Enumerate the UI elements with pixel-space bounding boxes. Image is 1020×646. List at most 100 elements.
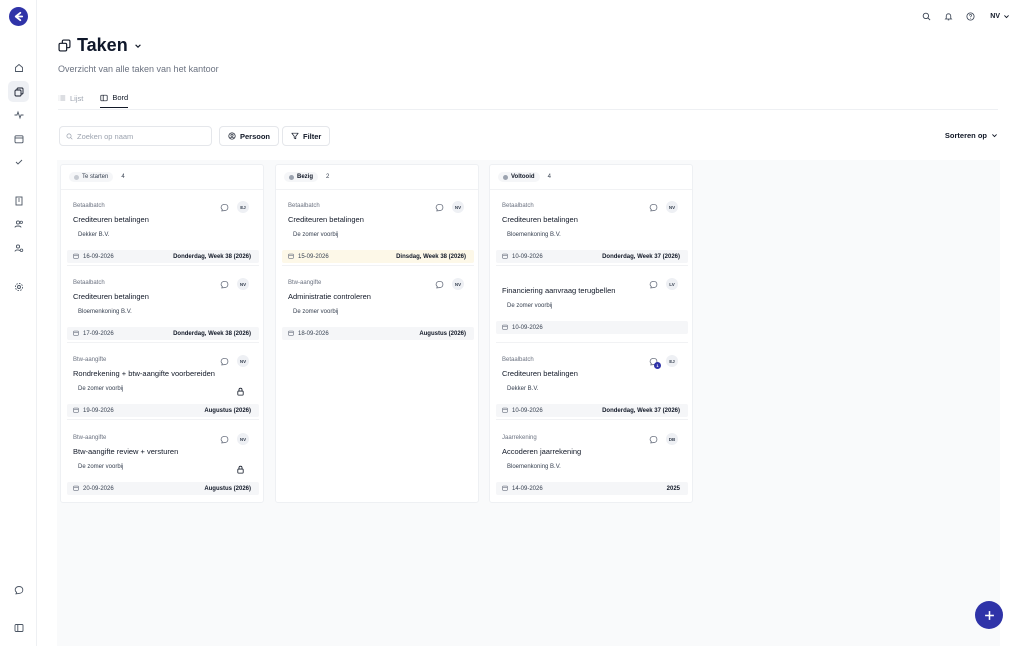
assignee-avatar[interactable]: NV — [237, 278, 249, 290]
tab-board[interactable]: Bord — [100, 93, 129, 108]
task-date: 19-09-2026 — [73, 407, 114, 415]
nav-collapse-sidebar-icon[interactable] — [8, 617, 29, 638]
board-column: Voltooid 4 Betaalbatch Crediteuren betaling… — [489, 164, 693, 503]
comment-icon[interactable] — [435, 280, 444, 289]
person-filter-label: Persoon — [240, 131, 271, 141]
user-menu[interactable]: NV — [990, 13, 1010, 20]
chevron-down-icon — [992, 134, 997, 138]
task-date-value: 15-09-2026 — [298, 253, 329, 260]
task-client: Bloemenkoning B.V. — [507, 464, 561, 470]
assignee-avatar[interactable]: EJ — [237, 201, 249, 213]
task-title: Administratie controleren — [288, 292, 371, 301]
assignee-avatar[interactable]: LV — [666, 278, 678, 290]
assignee-avatar[interactable]: NV — [237, 355, 249, 367]
task-title: Crediteuren betalingen — [73, 215, 149, 224]
assignee-avatar[interactable]: DB — [666, 433, 678, 445]
calendar-icon — [73, 485, 79, 493]
task-card[interactable]: Betaalbatch Crediteuren betalingen EJ Dekke… — [67, 193, 259, 266]
assignee-avatar[interactable]: NV — [666, 201, 678, 213]
comment-icon[interactable]: 1 — [649, 357, 661, 369]
nav-chat-icon[interactable] — [8, 579, 29, 600]
lock-icon — [236, 383, 245, 396]
nav-check-icon[interactable] — [8, 151, 29, 172]
task-date-value: 14-09-2026 — [512, 485, 543, 492]
assignee-avatar[interactable]: NV — [452, 278, 464, 290]
task-card[interactable]: Betaalbatch Crediteuren betalingen 1 EJ Dekk… — [496, 347, 688, 420]
column-name: Te starten — [82, 174, 109, 180]
comment-icon[interactable] — [435, 203, 444, 212]
nav-activity-icon[interactable] — [8, 104, 29, 125]
calendar-icon — [502, 324, 508, 332]
comment-icon[interactable] — [220, 435, 229, 444]
comment-icon[interactable] — [220, 280, 229, 289]
column-status-pill: Voltooid — [498, 172, 540, 182]
assignee-avatar[interactable]: NV — [452, 201, 464, 213]
task-due: Donderdag, Week 37 (2026) — [602, 407, 680, 414]
search-input[interactable] — [77, 131, 197, 141]
task-date: 15-09-2026 — [288, 253, 329, 261]
assignee-avatar[interactable]: EJ — [666, 355, 678, 367]
task-meta: NV — [649, 201, 678, 213]
calendar-icon — [288, 330, 294, 338]
user-initials: NV — [990, 12, 1000, 20]
comment-icon[interactable] — [220, 357, 229, 366]
search-icon[interactable] — [920, 10, 932, 22]
person-filter-button[interactable]: Persoon — [219, 126, 280, 146]
task-meta: NV — [220, 433, 249, 445]
title-chevron-down-icon[interactable] — [134, 42, 142, 50]
nav-building-icon[interactable] — [8, 190, 29, 211]
tab-list[interactable]: Lijst — [58, 93, 83, 108]
task-card[interactable]: Btw-aangifte Administratie controleren NV D… — [282, 270, 474, 343]
task-client: De zomer voorbij — [507, 303, 553, 309]
nav-tasks-icon[interactable] — [8, 81, 29, 102]
task-meta: 1 EJ — [649, 355, 678, 369]
filter-button[interactable]: Filter — [282, 126, 331, 146]
plus-icon — [984, 610, 994, 620]
column-count: 4 — [547, 174, 551, 180]
task-card[interactable]: Btw-aangifte Rondrekening + btw-aangifte … — [67, 347, 259, 420]
task-card[interactable]: Betaalbatch Crediteuren betalingen NV Bloem… — [496, 193, 688, 266]
nav-home-icon[interactable] — [8, 57, 29, 78]
comment-icon[interactable] — [649, 203, 658, 212]
app-logo[interactable] — [9, 7, 28, 26]
task-card[interactable]: Jaarrekening Accoderen jaarrekening DB Bloe… — [496, 425, 688, 498]
task-title: Btw-aangifte review + versturen — [73, 447, 179, 456]
help-icon[interactable] — [964, 10, 976, 22]
task-card[interactable]: Betaalbatch Crediteuren betalingen NV Bloem… — [67, 270, 259, 343]
task-footer: 18-09-2026 Augustus (2026) — [282, 327, 474, 340]
search-box[interactable] — [59, 126, 212, 146]
task-footer: 19-09-2026 Augustus (2026) — [67, 404, 259, 417]
column-header: Te starten 4 — [61, 165, 263, 190]
bell-icon[interactable] — [942, 10, 954, 22]
tabs-divider — [58, 109, 998, 110]
assignee-avatar[interactable]: NV — [237, 433, 249, 445]
task-footer: 17-09-2026 Donderdag, Week 38 (2026) — [67, 327, 259, 340]
task-card[interactable]: Btw-aangifte Btw-aangifte review + verstu… — [67, 425, 259, 498]
column-count: 4 — [121, 174, 125, 180]
comment-icon[interactable] — [649, 280, 658, 289]
task-due: Donderdag, Week 38 (2026) — [173, 330, 251, 337]
task-card[interactable]: Financiering aanvraag terugbellen LV De zo… — [496, 270, 688, 343]
task-meta: NV — [435, 201, 464, 213]
nav-settings-icon[interactable] — [8, 276, 29, 297]
status-dot-icon — [503, 174, 508, 180]
tab-list-label: Lijst — [70, 93, 84, 103]
nav-calendar-icon[interactable] — [8, 128, 29, 149]
board-icon — [100, 94, 108, 101]
page-title: Taken — [77, 35, 128, 55]
task-card[interactable]: Betaalbatch Crediteuren betalingen NV De zo… — [282, 193, 474, 266]
task-footer: 10-09-2026 Donderdag, Week 37 (2026) — [496, 404, 688, 417]
comment-icon[interactable] — [220, 203, 229, 212]
task-meta: EJ — [220, 201, 249, 213]
comment-icon[interactable] — [649, 435, 658, 444]
board-column: Bezig 2 Betaalbatch Crediteuren betalingen N… — [275, 164, 479, 503]
sort-dropdown[interactable]: Sorteren op — [945, 131, 998, 140]
add-task-button[interactable] — [975, 601, 1003, 629]
task-title: Crediteuren betalingen — [502, 215, 578, 224]
task-client: Dekker B.V. — [78, 232, 110, 238]
search-field-icon — [66, 133, 73, 140]
nav-users-icon[interactable] — [8, 213, 29, 234]
task-category: Btw-aangifte — [73, 435, 107, 441]
chevron-down-icon — [1004, 14, 1009, 18]
nav-user-settings-icon[interactable] — [8, 237, 29, 258]
